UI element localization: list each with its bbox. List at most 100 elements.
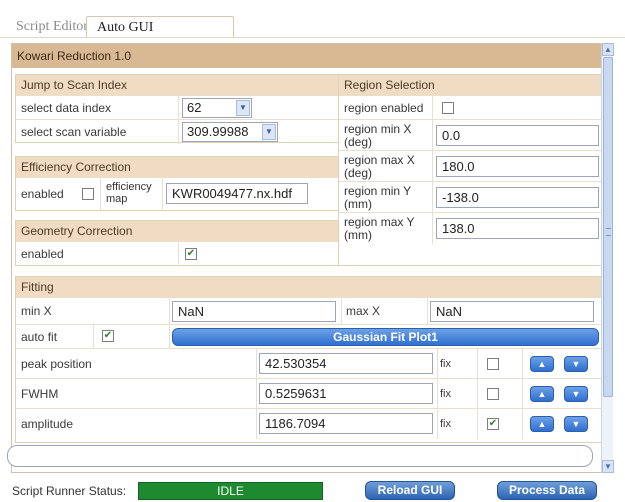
scroll-up-icon[interactable]: ▲ [602,43,614,56]
efficiency-map-input[interactable]: KWR0049477.nx.hdf [166,183,308,204]
arrow-up-icon[interactable]: ▲ [530,416,554,432]
fit-min-x-input[interactable]: NaN [172,301,336,322]
gaussian-fit-button[interactable]: Gaussian Fit Plot1 [172,328,599,346]
fit-max-x-label: max X [346,304,381,318]
efficiency-map-label: efficiency map [106,181,152,205]
process-data-button[interactable]: Process Data [497,481,597,500]
region-min-x-label-line2: (deg) [344,135,373,149]
region-max-y-label-line2: (mm) [344,228,372,242]
divider [432,96,433,120]
region-enabled-row: region enabled [339,95,601,120]
param-label: peak position [21,357,92,371]
fit-range-row: min X NaN max X NaN [16,297,601,325]
param-fix-checkbox[interactable] [487,358,499,370]
region-min-x-input[interactable]: 0.0 [436,125,599,146]
scan-variable-label: select scan variable [21,125,127,139]
divider [427,298,428,325]
efficiency-enabled-label: enabled [21,187,64,201]
divider [432,213,433,244]
param-fix-checkbox[interactable]: ✔ [487,418,499,430]
divider [256,379,257,409]
region-min-y-input[interactable]: -138.0 [436,187,599,208]
divider [432,120,433,151]
scan-variable-select[interactable]: 309.99988 ▼ [182,122,278,142]
region-selection-group: Region Selection region enabled region m… [338,74,602,266]
chevron-down-icon[interactable]: ▼ [262,124,276,140]
region-min-y-label-line1: region min Y [344,184,412,198]
auto-fit-label: auto fit [21,330,58,344]
tab-bar: Script Editor Auto GUI [0,0,625,38]
divider [93,325,94,349]
reload-gui-button[interactable]: Reload GUI [365,481,455,500]
divider [256,409,257,439]
divider [522,409,523,439]
status-badge: IDLE [138,482,323,500]
region-max-y-input[interactable]: 138.0 [436,218,599,239]
region-min-y-label: region min Y (mm) [344,185,411,211]
tab-script-editor[interactable]: Script Editor [6,16,98,38]
scan-variable-value: 309.99988 [187,124,249,139]
arrow-down-icon[interactable]: ▼ [564,356,588,372]
param-label: amplitude [21,417,74,431]
divider [256,349,257,379]
arrow-up-icon[interactable]: ▲ [530,356,554,372]
region-max-x-label: region max X (deg) [344,154,415,180]
region-max-x-input[interactable]: 180.0 [436,156,599,177]
divider [162,178,163,211]
efficiency-group: Efficiency Correction enabled efficiency… [15,156,339,211]
data-index-select[interactable]: 62 ▼ [182,98,252,118]
region-min-x-label-line1: region min X [344,122,412,136]
efficiency-row: enabled efficiency map KWR0049477.nx.hdf [16,177,338,211]
divider [169,298,170,325]
divider [522,379,523,409]
param-row-peak-position: peak position 42.530354 fix ▲ ▼ [16,348,601,379]
divider [178,242,179,266]
geometry-enabled-checkbox[interactable]: ✔ [185,248,197,260]
auto-fit-row: auto fit ✔ Gaussian Fit Plot1 [16,324,601,349]
data-index-value: 62 [187,100,202,115]
param-fix-label: fix [440,388,451,400]
divider [341,298,342,325]
region-enabled-checkbox[interactable] [442,102,454,114]
chevron-down-icon[interactable]: ▼ [236,100,250,116]
region-max-y-label: region max Y (mm) [344,216,414,242]
param-label: FWHM [21,387,59,401]
horizontal-scrollbar[interactable] [7,445,593,467]
param-row-amplitude: amplitude 1186.7094 fix ✔ ▲ ▼ [16,408,601,439]
param-fix-label: fix [440,418,451,430]
region-max-x-label-line1: region max X [344,153,415,167]
param-fix-label: fix [440,358,451,370]
scan-variable-row: select scan variable 309.99988 ▼ [16,119,338,144]
region-header: Region Selection [339,75,601,95]
region-max-y-row: region max Y (mm) 138.0 [339,212,601,244]
efficiency-enabled-checkbox[interactable] [82,188,94,200]
geometry-header: Geometry Correction [16,221,338,241]
arrow-up-icon[interactable]: ▲ [530,386,554,402]
fit-min-x-label: min X [21,304,52,318]
param-fix-checkbox[interactable] [487,388,499,400]
auto-gui-pane: Kowari Reduction 1.0 Jump to Scan Index … [11,43,613,473]
fit-max-x-input[interactable]: NaN [430,301,594,322]
divider [100,178,101,211]
divider [178,120,179,144]
region-min-x-label: region min X (deg) [344,123,411,149]
scroll-down-icon[interactable]: ▼ [602,460,614,473]
page-title: Kowari Reduction 1.0 [12,44,604,68]
vertical-scrollbar[interactable]: ▲ ▼ [601,43,614,473]
arrow-down-icon[interactable]: ▼ [564,416,588,432]
efficiency-map-label-line1: efficiency [106,181,152,193]
tab-auto-gui[interactable]: Auto GUI [86,16,234,38]
arrow-down-icon[interactable]: ▼ [564,386,588,402]
jump-header: Jump to Scan Index [16,75,338,95]
fitting-header: Fitting [16,277,601,297]
auto-fit-checkbox[interactable]: ✔ [102,330,114,342]
divider [437,349,438,379]
geometry-row: enabled ✔ [16,241,338,266]
param-row-fwhm: FWHM 0.5259631 fix ▲ ▼ [16,378,601,409]
status-label: Script Runner Status: [12,484,127,498]
param-value-input[interactable]: 42.530354 [259,353,433,374]
scrollbar-thumb[interactable] [603,57,613,397]
param-value-input[interactable]: 1186.7094 [259,413,433,434]
param-value-input[interactable]: 0.5259631 [259,383,433,404]
jump-to-scan-group: Jump to Scan Index select data index 62 … [15,74,339,144]
